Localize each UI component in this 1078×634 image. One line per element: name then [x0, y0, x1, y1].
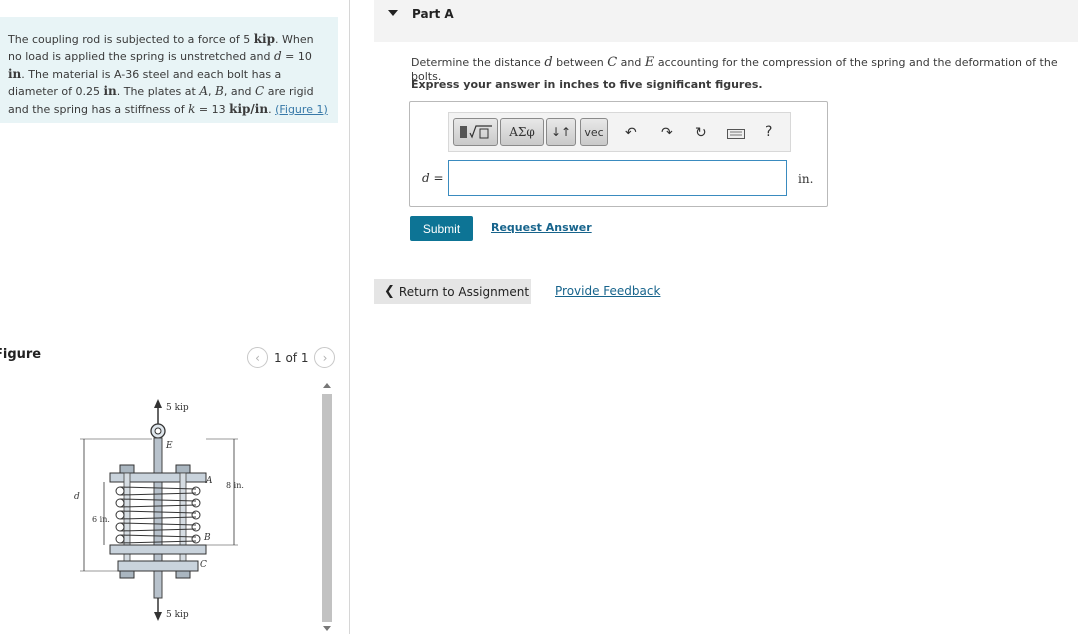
left-panel: The coupling rod is subjected to a force…: [0, 0, 350, 634]
answer-variable-label: d =: [422, 171, 444, 185]
scroll-down-icon[interactable]: [323, 626, 331, 631]
vec-button[interactable]: vec: [580, 118, 608, 146]
math-toolbar: ΑΣφ ↓↑ vec ↶ ↷ ↻ ?: [448, 112, 791, 152]
redo-icon[interactable]: ↷: [661, 125, 673, 141]
greek-symbols-button[interactable]: ΑΣφ: [500, 118, 544, 146]
help-button[interactable]: ?: [765, 124, 772, 140]
instruction-text: Express your answer in inches to five si…: [411, 78, 763, 91]
label-B: B: [203, 533, 211, 543]
request-answer-link[interactable]: Request Answer: [491, 221, 592, 234]
chevron-left-icon[interactable]: ‹: [247, 347, 268, 368]
force-top-label: 5 kip: [166, 403, 189, 413]
problem-statement: The coupling rod is subjected to a force…: [0, 17, 338, 123]
figure-link[interactable]: (Figure 1): [275, 103, 328, 116]
undo-icon[interactable]: ↶: [625, 125, 637, 141]
label-C: C: [200, 560, 207, 570]
part-label: Part A: [412, 7, 454, 21]
figure-title: Figure: [0, 347, 42, 362]
figure-image: 5 kip E A B C 5 kip d 6 in. 8 in.: [60, 385, 322, 634]
arrows-button[interactable]: ↓↑: [546, 118, 576, 146]
templates-icon[interactable]: [453, 118, 498, 146]
force-bottom-label: 5 kip: [166, 610, 189, 620]
label-E: E: [165, 441, 173, 451]
figure-pager: ‹ 1 of 1 ›: [247, 347, 336, 368]
figure-page-count: 1 of 1: [274, 350, 309, 365]
figure-scrollbar[interactable]: [320, 380, 334, 634]
provide-feedback-link[interactable]: Provide Feedback: [555, 284, 660, 298]
label-8in: 8 in.: [226, 481, 244, 490]
scroll-up-icon[interactable]: [323, 383, 331, 388]
part-header[interactable]: Part A: [374, 0, 1078, 42]
submit-button[interactable]: Submit: [410, 216, 473, 241]
answer-unit: in.: [798, 172, 814, 186]
collapse-triangle-icon[interactable]: [388, 10, 398, 16]
scroll-thumb[interactable]: [322, 394, 332, 622]
coupling-rod-diagram: 5 kip E A B C 5 kip d 6 in. 8 in.: [74, 399, 244, 621]
keyboard-icon[interactable]: [727, 127, 745, 143]
return-label: Return to Assignment: [398, 284, 530, 299]
reset-icon[interactable]: ↻: [695, 125, 707, 141]
chevron-left-icon: ❮: [384, 284, 395, 299]
label-6in: 6 in.: [92, 515, 110, 524]
return-to-assignment-button[interactable]: ❮ Return to Assignment: [374, 279, 531, 304]
chevron-right-icon[interactable]: ›: [314, 347, 336, 368]
answer-input[interactable]: [448, 160, 787, 196]
label-A: A: [205, 476, 213, 486]
label-d: d: [74, 492, 80, 502]
